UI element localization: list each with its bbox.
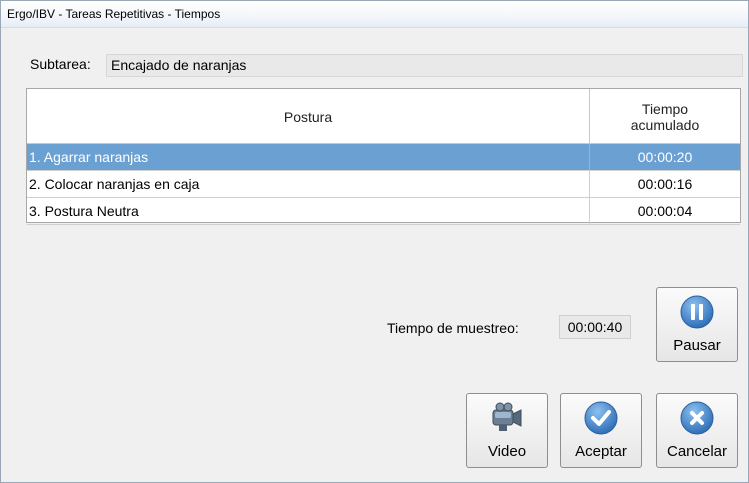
window-title: Ergo/IBV - Tareas Repetitivas - Tiempos	[1, 1, 748, 28]
cancel-button-label: Cancelar	[666, 443, 728, 460]
muestreo-value: 00:00:40	[559, 315, 631, 339]
subtarea-label: Subtarea:	[30, 56, 91, 72]
table-header: Postura Tiempo acumulado	[27, 89, 740, 144]
close-icon	[680, 401, 714, 435]
video-camera-icon	[490, 401, 524, 435]
tiempo-column-header[interactable]: Tiempo acumulado	[590, 89, 740, 144]
table-row[interactable]: 3. Postura Neutra 00:00:04	[27, 198, 740, 225]
cancel-button[interactable]: Cancelar	[656, 393, 738, 468]
postura-cell: 3. Postura Neutra	[27, 198, 590, 224]
tiempos-dialog: Ergo/IBV - Tareas Repetitivas - Tiempos …	[0, 0, 749, 483]
tiempo-cell: 00:00:20	[637, 149, 693, 165]
muestreo-label: Tiempo de muestreo:	[387, 320, 519, 336]
postura-column-header[interactable]: Postura	[27, 89, 590, 144]
video-button[interactable]: Video	[466, 393, 548, 468]
video-button-label: Video	[487, 443, 527, 460]
tiempo-cell: 00:00:16	[637, 176, 693, 192]
checkmark-icon	[584, 401, 618, 435]
postura-cell: 1. Agarrar naranjas	[27, 144, 590, 170]
tiempo-cell: 00:00:04	[637, 203, 693, 219]
accept-button[interactable]: Aceptar	[560, 393, 642, 468]
pause-button-label: Pausar	[673, 337, 721, 354]
table-row[interactable]: 1. Agarrar naranjas 00:00:20	[27, 144, 740, 171]
subtarea-field: Encajado de naranjas	[106, 54, 743, 77]
pause-button[interactable]: Pausar	[656, 287, 738, 362]
postura-table: Postura Tiempo acumulado 1. Agarrar nara…	[26, 88, 741, 225]
accept-button-label: Aceptar	[575, 443, 627, 460]
table-row[interactable]: 2. Colocar naranjas en caja 00:00:16	[27, 171, 740, 198]
pause-icon	[680, 295, 714, 329]
postura-cell: 2. Colocar naranjas en caja	[27, 171, 590, 197]
